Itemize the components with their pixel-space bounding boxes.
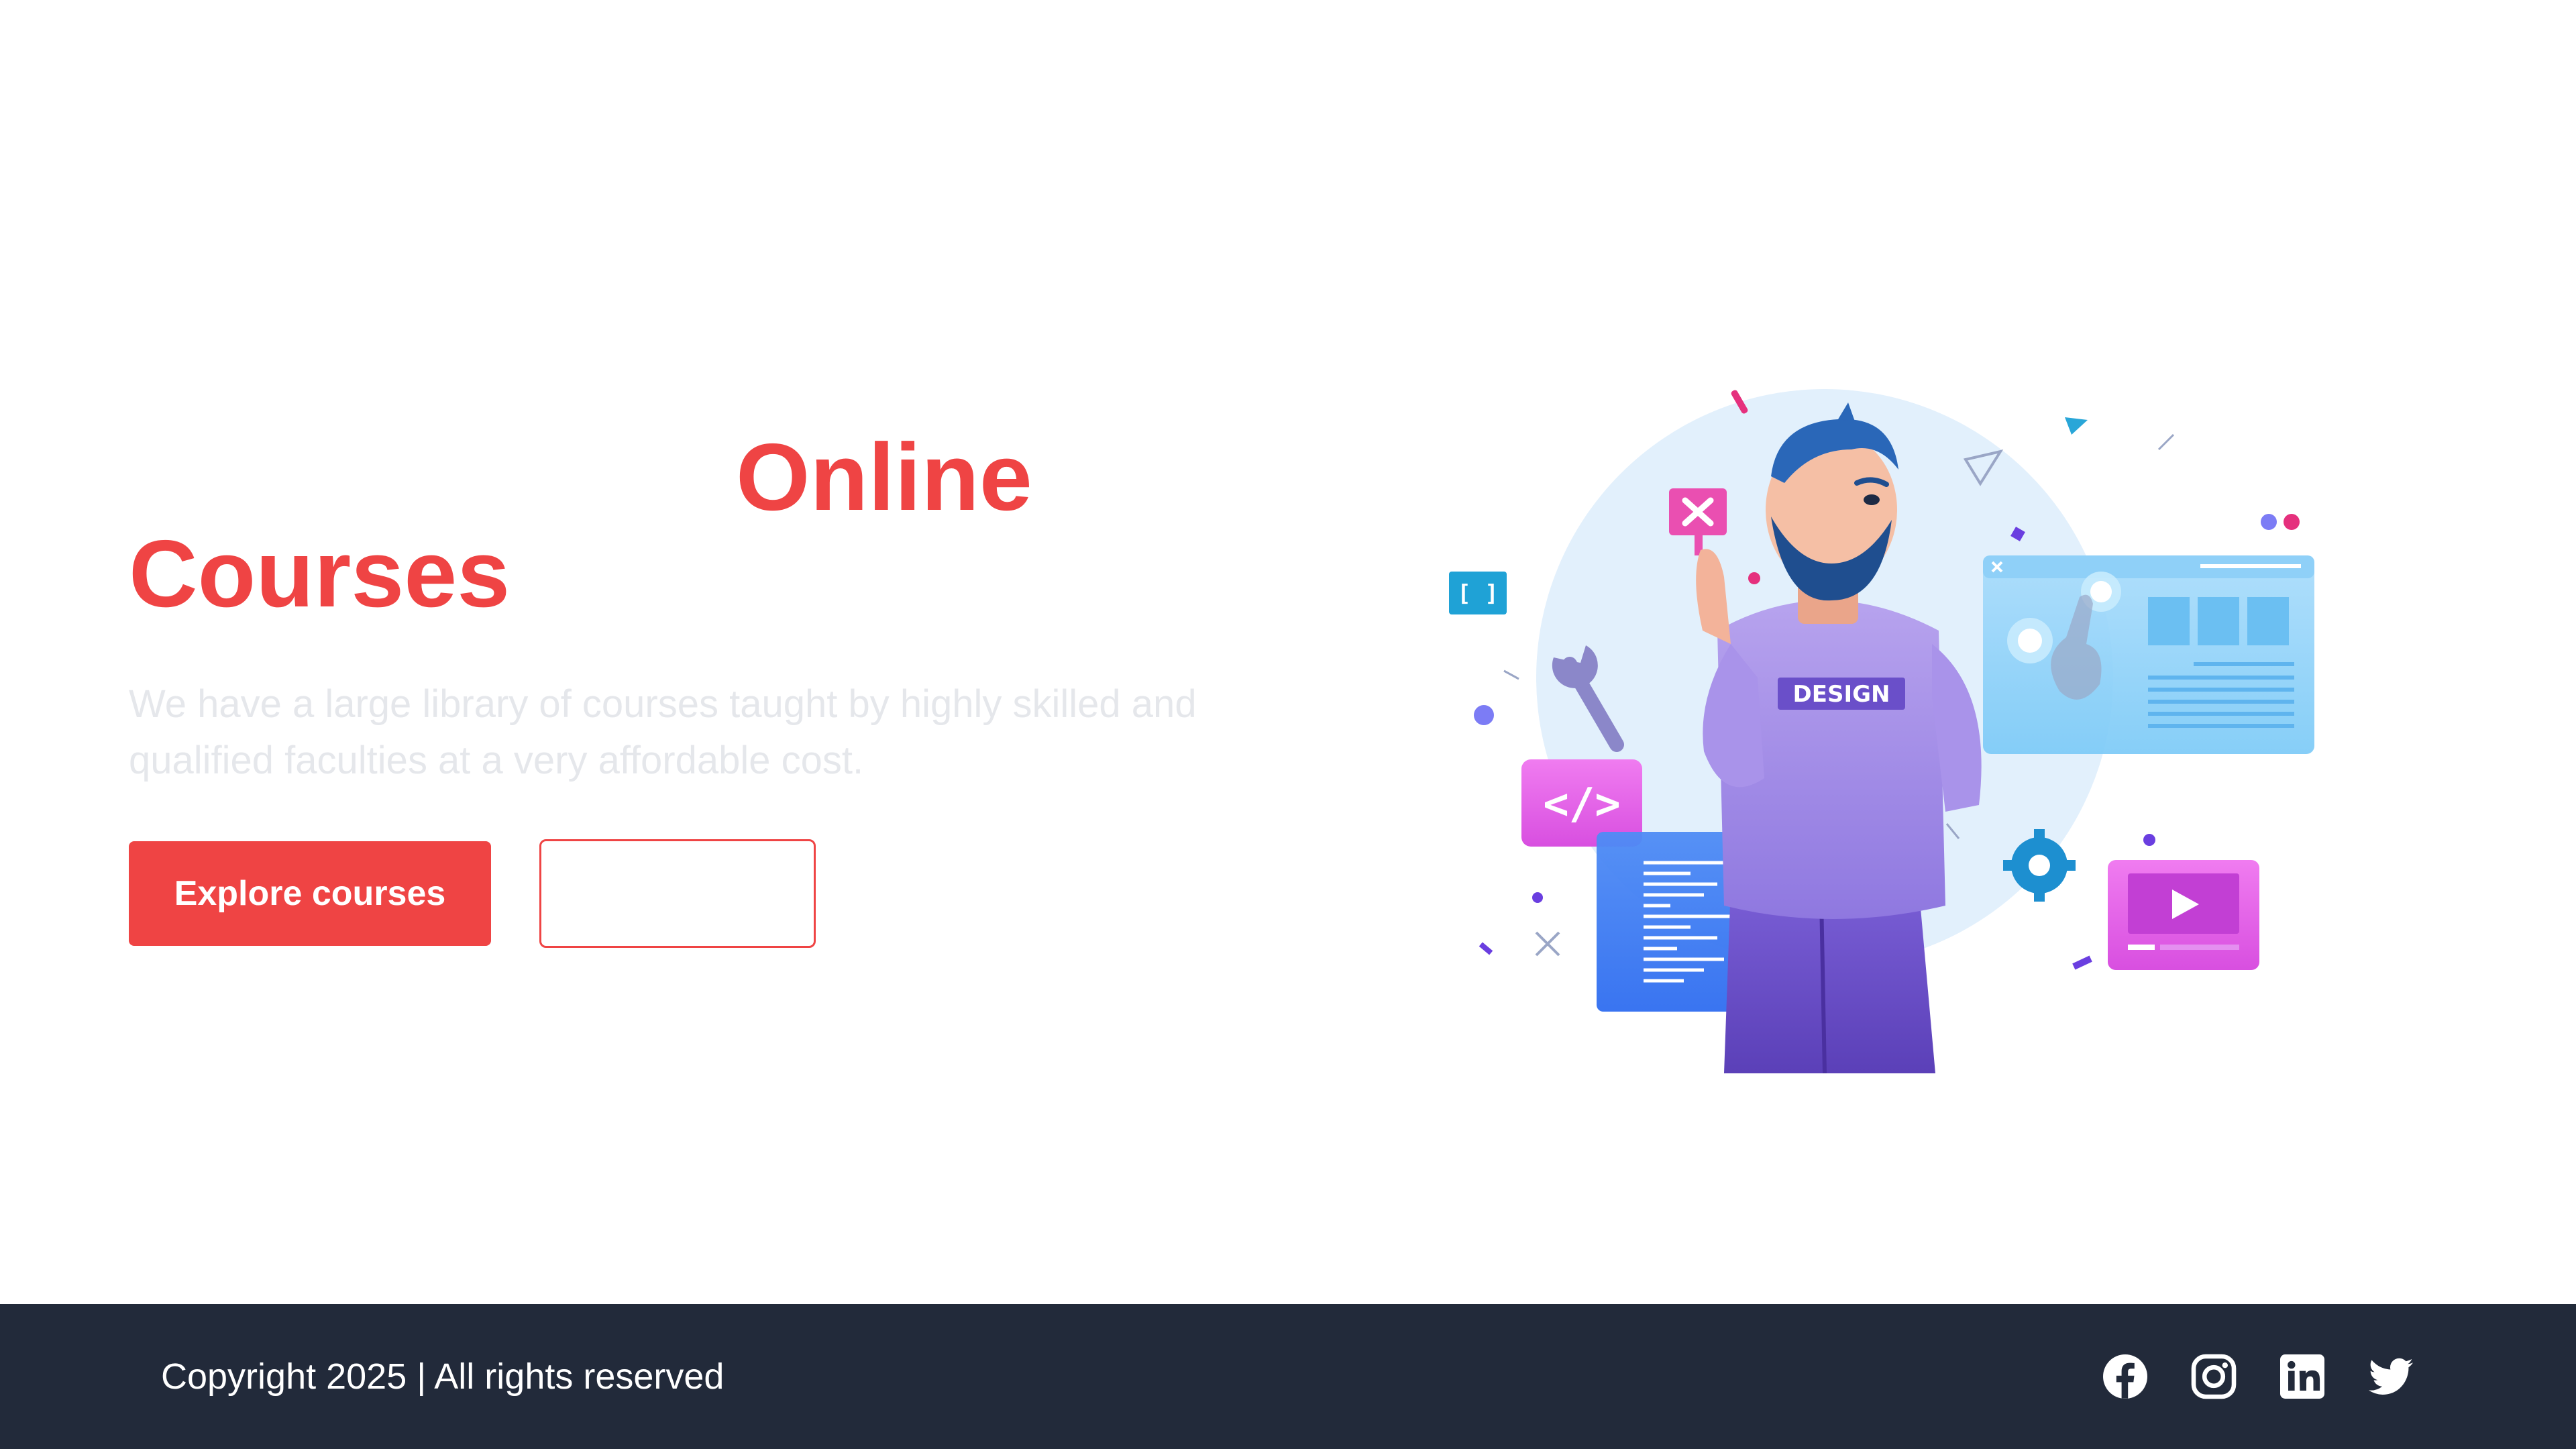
copyright-text: Copyright 2025 | All rights reserved bbox=[161, 1356, 724, 1397]
instagram-link[interactable] bbox=[2187, 1304, 2241, 1449]
linkedin-link[interactable] bbox=[2275, 1304, 2329, 1449]
confetti-dot bbox=[2143, 834, 2155, 846]
video-player-window bbox=[2108, 860, 2259, 970]
twitter-link[interactable] bbox=[2364, 1304, 2418, 1449]
secondary-button[interactable] bbox=[539, 839, 816, 948]
confetti-dot bbox=[2261, 514, 2277, 530]
confetti-dot bbox=[1474, 705, 1494, 725]
confetti-dot bbox=[2284, 514, 2300, 530]
design-badge-text: DESIGN bbox=[1793, 681, 1890, 708]
ui-screen-window bbox=[1983, 555, 2314, 754]
triangle-shape bbox=[2065, 417, 2088, 435]
facebook-link[interactable] bbox=[2098, 1304, 2152, 1449]
confetti-dot bbox=[1532, 892, 1543, 903]
twitter-icon bbox=[2369, 1358, 2413, 1395]
headline-word-online: Online bbox=[736, 424, 1032, 531]
headline-word-courses: Courses bbox=[129, 521, 511, 627]
designer-illustration: [ ] </> DESIGN bbox=[1449, 389, 2314, 1074]
explore-courses-button[interactable]: Explore courses bbox=[129, 841, 491, 946]
linkedin-icon bbox=[2280, 1354, 2324, 1399]
page: Online Courses We have a large library o… bbox=[0, 0, 2576, 1449]
svg-text:</>: </> bbox=[1543, 780, 1621, 829]
hero-section: Online Courses We have a large library o… bbox=[0, 0, 2576, 1304]
svg-text:[ ]: [ ] bbox=[1457, 580, 1498, 607]
confetti-piece bbox=[1479, 942, 1493, 955]
confetti-dot bbox=[1748, 572, 1760, 584]
confetti-piece bbox=[2072, 955, 2092, 970]
hero-description: We have a large library of courses taugh… bbox=[129, 682, 1197, 782]
facebook-icon bbox=[2103, 1354, 2147, 1399]
hero-illustration: [ ] </> DESIGN bbox=[1436, 376, 2334, 1074]
instagram-icon bbox=[2191, 1354, 2237, 1399]
page-footer: Copyright 2025 | All rights reserved bbox=[0, 1304, 2576, 1449]
